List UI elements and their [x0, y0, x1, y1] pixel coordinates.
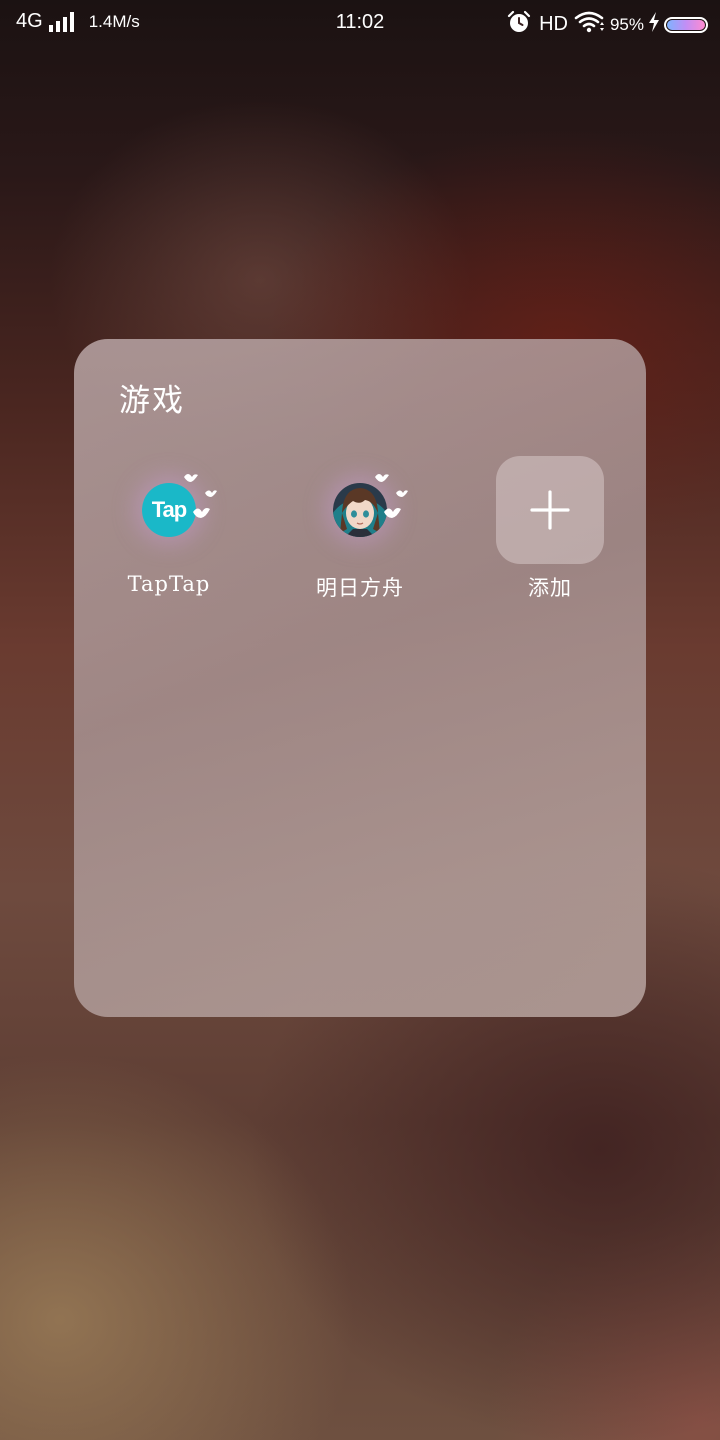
app-icon-container[interactable]: Tap	[115, 456, 223, 564]
app-icon-container[interactable]	[306, 456, 414, 564]
add-tile[interactable]	[496, 456, 604, 564]
charging-bolt-icon	[648, 12, 660, 37]
status-bar: 4G 1.4M/s 11:02 HD 95%	[0, 0, 720, 48]
battery-icon	[664, 16, 708, 33]
app-label: 明日方舟	[316, 576, 404, 600]
app-arknights[interactable]: 明日方舟	[265, 456, 455, 602]
app-icon-container[interactable]	[496, 456, 604, 564]
add-app-button[interactable]: 添加	[455, 456, 645, 602]
app-label: TapTap	[127, 572, 211, 596]
status-right: HD 95%	[507, 10, 708, 39]
hd-label: HD	[539, 13, 568, 35]
folder-panel: 游戏 Tap TapTap 明日方舟 添加	[74, 339, 646, 1017]
battery-level	[667, 19, 705, 30]
plus-icon	[530, 490, 570, 530]
folder-title[interactable]: 游戏	[119, 375, 185, 420]
battery-percent: 95%	[609, 14, 644, 34]
alarm-icon	[507, 10, 531, 39]
butterfly-decoration-icon	[375, 474, 408, 518]
butterfly-decoration-icon	[184, 474, 217, 518]
app-taptap[interactable]: Tap TapTap	[74, 456, 264, 596]
wifi-icon	[574, 11, 604, 38]
app-label: 添加	[528, 576, 572, 600]
